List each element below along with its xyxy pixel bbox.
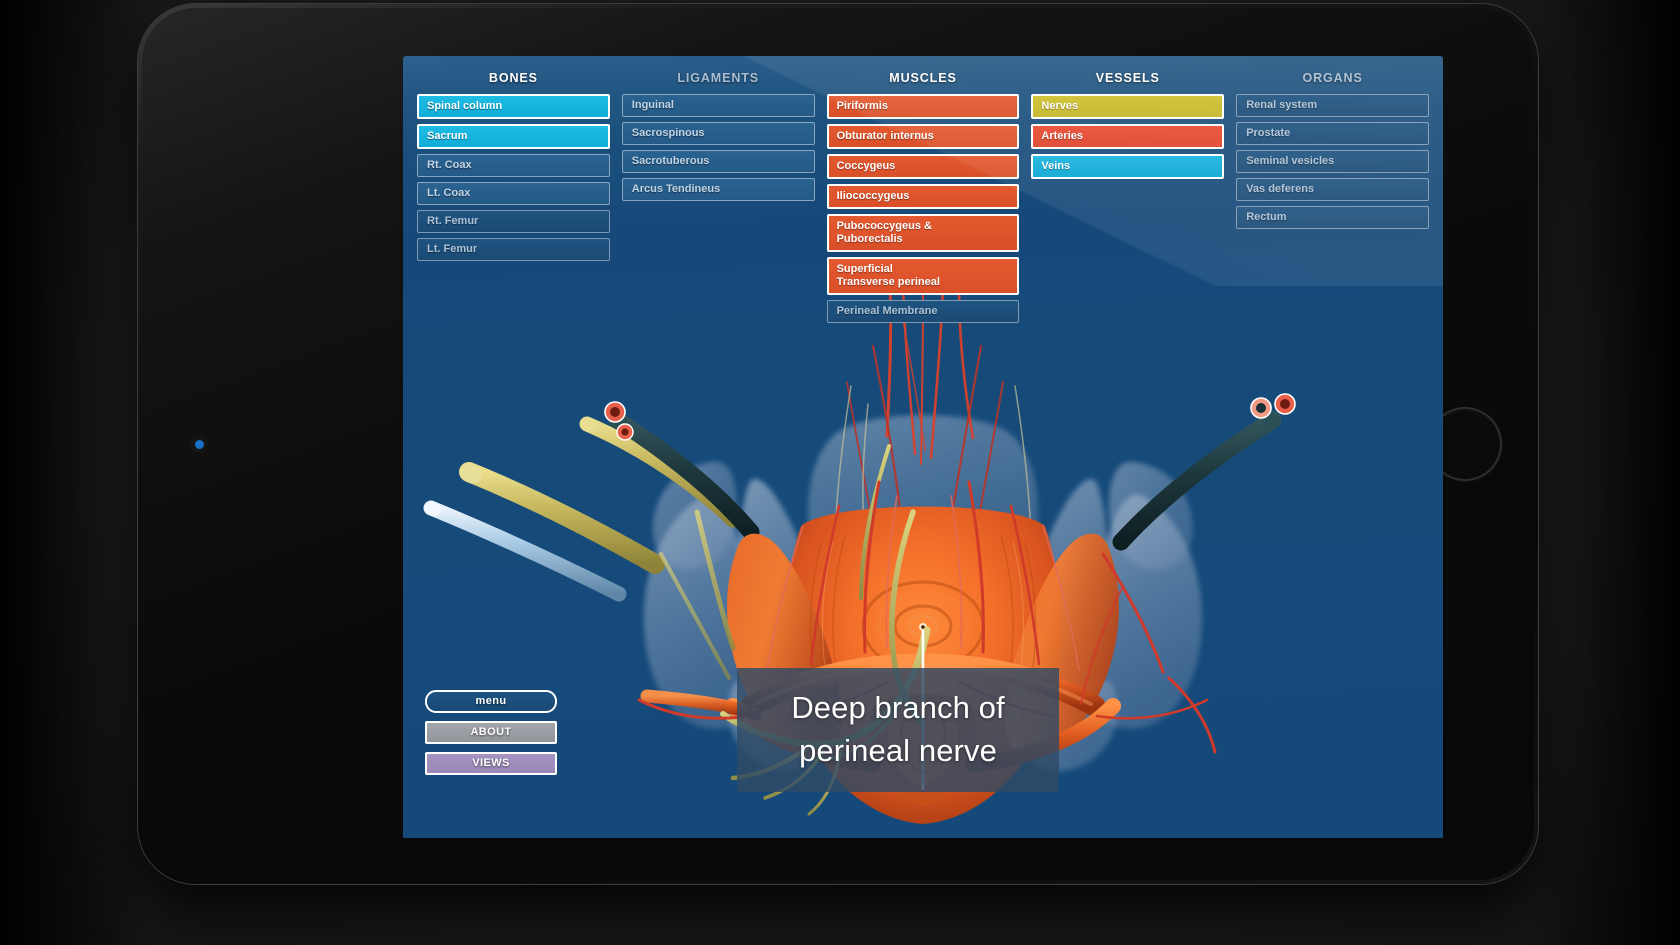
list-item-renal-system[interactable]: Renal system [1236, 94, 1429, 117]
item-label: Sacrotuberous [631, 155, 710, 167]
item-label: Prostate [1246, 127, 1291, 139]
about-button[interactable]: ABOUT [425, 721, 557, 744]
list-item-rectum[interactable]: Rectum [1236, 206, 1429, 229]
item-label: Renal system [1246, 99, 1318, 111]
annotation-caption: Deep branch of perineal nerve [737, 668, 1059, 792]
list-item-prostate[interactable]: Prostate [1236, 122, 1429, 145]
column-title-muscles: MUSCLES [889, 71, 957, 85]
item-label: Sacrum [427, 130, 468, 142]
list-item-lt-coax[interactable]: Lt. Coax [417, 182, 610, 205]
column-bones: BONES Spinal column Sacrum Rt. Coax Lt. … [411, 66, 616, 328]
item-label: Sacrospinous [631, 127, 705, 139]
list-item-sacrum[interactable]: Sacrum [417, 124, 610, 149]
list-item-sacrospinous[interactable]: Sacrospinous [621, 122, 815, 145]
item-label: Coccygeus [836, 160, 896, 172]
item-label: Spinal column [427, 100, 503, 112]
camera-dot [190, 435, 208, 453]
item-label: Obturator internus [836, 130, 934, 142]
list-item-vas-deferens[interactable]: Vas deferens [1236, 178, 1429, 201]
item-label: Lt. Femur [427, 243, 478, 255]
list-item-arteries[interactable]: Arteries [1031, 124, 1225, 149]
item-label: Seminal vesicles [1246, 155, 1335, 167]
list-item-nerves[interactable]: Nerves [1031, 94, 1225, 119]
item-label: Pubococcygeus & Puborectalis [836, 220, 932, 245]
list-item-seminal-vesicles[interactable]: Seminal vesicles [1236, 150, 1429, 173]
item-label: Veins [1041, 160, 1071, 172]
item-label: Lt. Coax [427, 187, 471, 199]
list-item-obturator-internus[interactable]: Obturator internus [826, 124, 1020, 149]
category-columns: BONES Spinal column Sacrum Rt. Coax Lt. … [403, 56, 1443, 328]
item-label: Rectum [1246, 211, 1287, 223]
list-item-spinal-column[interactable]: Spinal column [417, 94, 610, 119]
item-label: Arcus Tendineus [631, 183, 721, 195]
tablet-device: BONES Spinal column Sacrum Rt. Coax Lt. … [138, 4, 1538, 884]
list-item-inguinal[interactable]: Inguinal [621, 94, 815, 117]
column-vessels: VESSELS Nerves Arteries Veins [1025, 66, 1230, 328]
item-label: Rt. Femur [427, 215, 479, 227]
item-label: Vas deferens [1246, 183, 1315, 195]
list-item-veins[interactable]: Veins [1031, 154, 1225, 179]
views-button[interactable]: VIEWS [425, 752, 557, 775]
app-screen: BONES Spinal column Sacrum Rt. Coax Lt. … [403, 56, 1443, 838]
item-label: Perineal Membrane [836, 305, 938, 317]
list-item-rt-femur[interactable]: Rt. Femur [417, 210, 610, 233]
list-item-superficial-transverse-perineal[interactable]: Superficial Transverse perineal [826, 257, 1020, 295]
column-title-vessels: VESSELS [1095, 71, 1160, 85]
column-title-bones: BONES [488, 71, 538, 85]
item-label: Nerves [1041, 100, 1079, 112]
column-muscles: MUSCLES Piriformis Obturator internus Co… [821, 66, 1026, 328]
caption-line-2: perineal nerve [799, 733, 997, 768]
column-title-ligaments: LIGAMENTS [677, 71, 760, 85]
caption-line-1: Deep branch of [791, 690, 1005, 726]
menu-button[interactable]: menu [425, 690, 557, 713]
column-organs: ORGANS Renal system Prostate Seminal ves… [1230, 66, 1435, 328]
list-item-coccygeus[interactable]: Coccygeus [826, 154, 1020, 179]
item-label: Piriformis [836, 100, 888, 112]
item-label: Rt. Coax [427, 159, 472, 171]
camera-lens [194, 439, 204, 449]
column-title-organs: ORGANS [1302, 71, 1363, 85]
list-item-rt-coax[interactable]: Rt. Coax [417, 154, 610, 177]
item-label: Inguinal [631, 99, 674, 111]
item-label: Iliococcygeus [836, 190, 910, 202]
list-item-arcus-tendineus[interactable]: Arcus Tendineus [621, 178, 815, 201]
list-item-perineal-membrane[interactable]: Perineal Membrane [826, 300, 1020, 323]
item-label: Arteries [1041, 130, 1083, 142]
list-item-piriformis[interactable]: Piriformis [826, 94, 1020, 119]
list-item-sacrotuberous[interactable]: Sacrotuberous [621, 150, 815, 173]
list-item-pubococcygeus-puborectalis[interactable]: Pubococcygeus & Puborectalis [826, 214, 1020, 252]
column-ligaments: LIGAMENTS Inguinal Sacrospinous Sacrotub… [616, 66, 821, 328]
list-item-lt-femur[interactable]: Lt. Femur [417, 238, 610, 261]
list-item-iliococcygeus[interactable]: Iliococcygeus [826, 184, 1020, 209]
side-button-group: menu ABOUT VIEWS [425, 690, 557, 783]
item-label: Superficial Transverse perineal [836, 263, 940, 288]
